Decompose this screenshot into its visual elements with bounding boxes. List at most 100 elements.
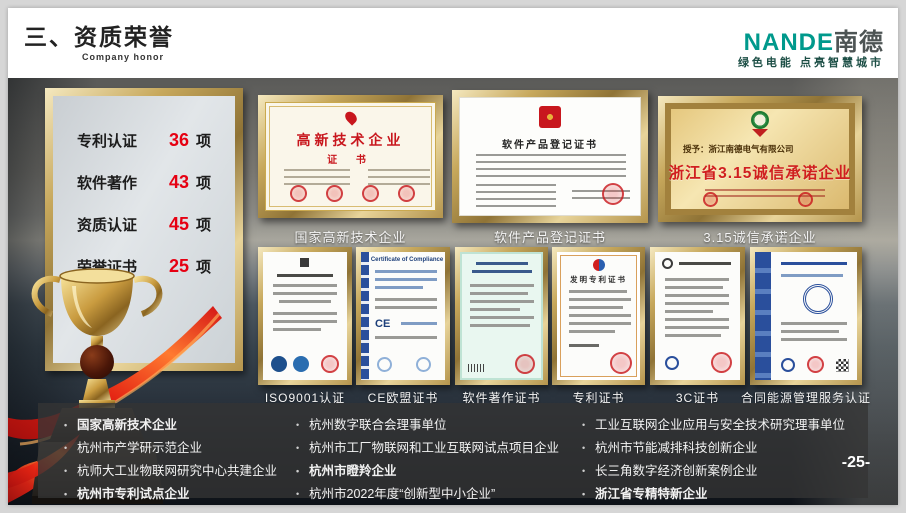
- verification-mark-icon: [416, 357, 431, 372]
- red-seal-icon: [602, 183, 624, 205]
- honor-item: 浙江省专精特新企业: [580, 483, 868, 505]
- company-logo: NANDE南德: [744, 22, 884, 57]
- certificate-caption: 软件产品登记证书: [452, 227, 648, 246]
- certificate-energy-management: [750, 247, 862, 385]
- text-lines-placeholder: [284, 169, 350, 187]
- red-seal-icon: [711, 352, 732, 373]
- honor-item: 工业互联网企业应用与安全技术研究理事单位: [580, 414, 868, 437]
- red-seal-icon: [290, 185, 307, 202]
- certificate-title: 浙江省3.15诚信承诺企业: [665, 161, 855, 183]
- certificate-title: 发明专利证书: [557, 274, 640, 285]
- honor-item: 杭州市产学研示范企业: [62, 437, 294, 460]
- stat-unit: 项: [196, 130, 211, 151]
- honor-item: 杭州市专利试点企业: [62, 483, 294, 505]
- red-star-seal-icon: [515, 354, 535, 374]
- certificate-title: 高新技术企业: [266, 130, 435, 150]
- certificate-software-product: 软件产品登记证书: [452, 90, 648, 223]
- stat-label: 软件著作: [77, 172, 151, 193]
- side-band: [361, 252, 369, 380]
- certification-emblem-icon: [803, 284, 833, 314]
- registrar-logo-icon: [300, 258, 309, 267]
- honor-item: 国家高新技术企业: [62, 414, 294, 437]
- certificate-hitech-inner: 高新技术企业 证 书: [265, 102, 436, 211]
- honors-column-1: 国家高新技术企业 杭州市产学研示范企业 杭师大工业物联网研究中心共建企业 杭州市…: [62, 414, 294, 498]
- certificate-ce: Certificate of Compliance CE: [356, 247, 450, 385]
- verification-mark-icon: [377, 357, 392, 372]
- honor-item: 长三角数字经济创新案例企业: [580, 460, 868, 483]
- page-number: -25-: [826, 454, 886, 472]
- honor-item: 杭州数字联合会理事单位: [294, 414, 580, 437]
- ce-mark: CE: [375, 318, 390, 330]
- text-lines-placeholder: [368, 169, 430, 187]
- text-lines-placeholder: [476, 154, 626, 178]
- stat-row-software: 软件著作 43 项: [77, 172, 235, 214]
- certificate-software-copyright-inner: [460, 252, 543, 380]
- qr-code-icon: [836, 359, 849, 372]
- honor-item: 杭州市节能减排科技创新企业: [580, 437, 868, 460]
- certificate-caption: 国家高新技术企业: [258, 227, 443, 246]
- ccc-logo-icon: [662, 258, 673, 269]
- honor-item: 杭州市工厂物联网和工业互联网试点项目企业: [294, 437, 580, 460]
- title-line-placeholder: [277, 274, 333, 277]
- logo-band: [755, 252, 771, 380]
- certificate-iso9001-inner: [263, 252, 347, 380]
- patent-office-logo-icon: [593, 259, 605, 271]
- cnas-mark-icon: [293, 356, 309, 372]
- honor-item: 杭师大工业物联网研究中心共建企业: [62, 460, 294, 483]
- certificate-patent: 发明专利证书: [552, 247, 645, 385]
- certificate-subtitle: 证 书: [266, 151, 435, 166]
- certificate-315-integrity: 授予：浙江南德电气有限公司 浙江省3.15诚信承诺企业: [658, 96, 862, 222]
- red-seal-icon: [326, 185, 343, 202]
- stat-label: 资质认证: [77, 214, 151, 235]
- national-emblem-icon: [539, 106, 561, 128]
- logo-cjk: 南德: [834, 29, 884, 56]
- red-seal-icon: [321, 355, 339, 373]
- certificate-3c-inner: [655, 252, 740, 380]
- certificate-software-copyright: [455, 247, 548, 385]
- text-lines-placeholder: [476, 184, 556, 208]
- slide-header: 三、资质荣誉 Company honor NANDE南德 绿色电能 点亮智慧城市: [8, 8, 898, 78]
- certificate-software-product-inner: 软件产品登记证书: [459, 97, 641, 216]
- honors-column-3: 工业互联网企业应用与安全技术研究理事单位 杭州市节能减排科技创新企业 长三角数字…: [580, 414, 868, 498]
- stat-label: 专利认证: [77, 130, 151, 151]
- red-seal-icon: [798, 192, 813, 207]
- association-badge-icon: [751, 111, 769, 129]
- honors-column-2: 杭州数字联合会理事单位 杭州市工厂物联网和工业互联网试点项目企业 杭州市瞪羚企业…: [294, 414, 580, 498]
- stat-value: 36: [151, 130, 189, 151]
- red-seal-icon: [807, 356, 824, 373]
- stat-value: 45: [151, 214, 189, 235]
- barcode-icon: [468, 364, 486, 372]
- torch-icon: [342, 109, 358, 125]
- honors-panel: 国家高新技术企业 杭州市产学研示范企业 杭师大工业物联网研究中心共建企业 杭州市…: [38, 403, 868, 498]
- page-subtitle: Company honor: [82, 52, 164, 62]
- page-title: 三、资质荣誉: [24, 18, 174, 52]
- slide: 三、资质荣誉 Company honor NANDE南德 绿色电能 点亮智慧城市…: [8, 8, 898, 505]
- certificate-hitech: 高新技术企业 证 书: [258, 95, 443, 218]
- certificate-ce-inner: Certificate of Compliance CE: [361, 252, 445, 380]
- stat-unit: 项: [196, 214, 211, 235]
- red-seal-icon: [703, 192, 718, 207]
- red-seal-icon: [362, 185, 379, 202]
- signature-placeholder: [569, 344, 599, 347]
- certificate-title: Certificate of Compliance: [365, 257, 445, 263]
- blue-mark-icon: [781, 358, 795, 372]
- stat-unit: 项: [196, 172, 211, 193]
- certificate-3c: [650, 247, 745, 385]
- cqc-mark-icon: [665, 356, 679, 370]
- certificate-iso9001: [258, 247, 352, 385]
- logo-latin: NANDE: [744, 29, 834, 56]
- ribbon-icon: [752, 129, 768, 137]
- certificate-title: 软件产品登记证书: [460, 136, 640, 151]
- honor-item: 杭州市2022年度“创新型中小企业”: [294, 483, 580, 505]
- stat-row-patents: 专利认证 36 项: [77, 130, 235, 172]
- company-tagline: 绿色电能 点亮智慧城市: [738, 54, 884, 70]
- certificate-caption: 3.15诚信承诺企业: [658, 227, 862, 246]
- iaf-mark-icon: [271, 356, 287, 372]
- certificate-315-inner: 授予：浙江南德电气有限公司 浙江省3.15诚信承诺企业: [665, 103, 855, 215]
- honor-item: 杭州市瞪羚企业: [294, 460, 580, 483]
- certificate-patent-inner: 发明专利证书: [557, 252, 640, 380]
- stat-value: 43: [151, 172, 189, 193]
- award-to-line: 授予：浙江南德电气有限公司: [683, 143, 794, 155]
- red-seal-icon: [398, 185, 415, 202]
- red-seal-icon: [610, 352, 632, 374]
